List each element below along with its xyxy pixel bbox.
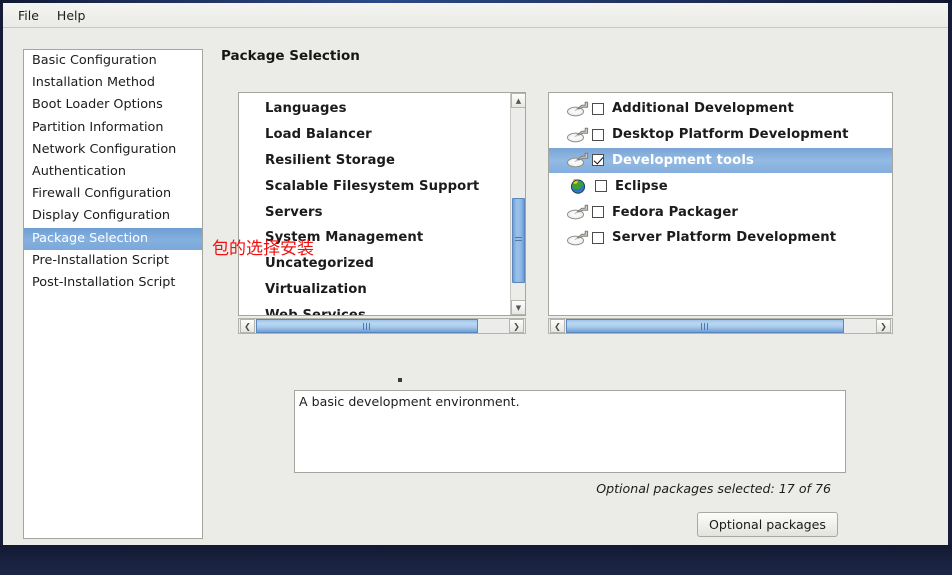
package-list-item-label: Desktop Platform Development [612, 127, 849, 143]
group-list-item[interactable]: Resilient Storage [239, 148, 525, 174]
group-list-item-label: System Management [265, 230, 424, 246]
scroll-left-arrow-icon[interactable]: ❮ [550, 319, 565, 333]
optional-packages-count: Optional packages selected: 17 of 76 [596, 481, 831, 496]
optional-packages-button[interactable]: Optional packages [697, 512, 838, 537]
sidebar-item-label: Post-Installation Script [32, 274, 176, 290]
sidebar-item-post-installation-script[interactable]: Post-Installation Script [24, 272, 202, 294]
sidebar-item-label: Basic Configuration [32, 53, 157, 68]
group-list-item[interactable]: Uncategorized [239, 251, 525, 277]
package-list-panel: Additional Development Desktop Platform D… [548, 92, 893, 316]
group-list-item[interactable]: System Management [239, 225, 525, 251]
sidebar-item-label: Partition Information [32, 119, 164, 135]
scroll-down-arrow-icon[interactable]: ▼ [511, 300, 525, 315]
group-list-item-label: Scalable Filesystem Support [265, 178, 480, 194]
group-list-item[interactable]: Scalable Filesystem Support [239, 173, 525, 199]
menu-file[interactable]: File [9, 5, 48, 26]
window-frame-right [948, 3, 952, 545]
scroll-left-arrow-icon[interactable]: ❮ [240, 319, 255, 333]
sidebar-item-firewall-configuration[interactable]: Firewall Configuration [24, 183, 202, 205]
sidebar-item-label: Display Configuration [32, 208, 171, 224]
group-list-vertical-scrollbar[interactable]: ▲ ▼ [510, 93, 525, 315]
sidebar-item-label: Pre-Installation Script [32, 252, 170, 268]
sidebar-item-label: Network Configuration [32, 141, 177, 157]
sidebar-item-label: Boot Loader Options [32, 97, 163, 113]
sidebar-nav-list[interactable]: Basic Configuration Installation Method Bo… [23, 49, 203, 539]
sidebar-item-basic-configuration[interactable]: Basic Configuration [24, 50, 202, 72]
sidebar-item-package-selection[interactable]: Package Selection [24, 227, 202, 250]
scroll-grip-icon [515, 237, 522, 244]
h-scroll-track[interactable] [256, 319, 508, 333]
sidebar-item-boot-loader-options[interactable]: Boot Loader Options [24, 94, 202, 116]
group-list-item-label: Servers [265, 204, 323, 220]
sidebar-item-label: Installation Method [32, 75, 155, 91]
group-list-item-label: Web Services [265, 307, 366, 316]
package-list-item-label: Eclipse [615, 178, 668, 194]
package-checkbox[interactable] [592, 206, 604, 219]
scroll-up-arrow-icon[interactable]: ▲ [511, 93, 525, 108]
package-icon [567, 127, 589, 143]
sidebar-item-label: Authentication [32, 163, 126, 179]
group-list-item-label: Resilient Storage [265, 152, 396, 168]
scroll-grip-icon [701, 322, 710, 330]
package-list-item-label: Fedora Packager [612, 204, 738, 220]
page-title: Package Selection [221, 48, 360, 64]
globe-icon [570, 178, 586, 194]
vertical-scroll-thumb[interactable] [512, 198, 525, 283]
group-list-item-label: Uncategorized [265, 256, 374, 272]
group-list-item[interactable]: Languages [239, 96, 525, 122]
sidebar-item-network-configuration[interactable]: Network Configuration [24, 139, 202, 161]
dot-artifact [398, 378, 402, 382]
content-area: Basic Configuration Installation Method Bo… [3, 28, 948, 545]
package-list-item[interactable]: Desktop Platform Development [549, 122, 892, 148]
package-list-item[interactable]: Server Platform Development [549, 225, 892, 251]
sidebar-item-installation-method[interactable]: Installation Method [24, 72, 202, 94]
group-list-item-label: Virtualization [265, 281, 367, 297]
h-scroll-track[interactable] [566, 319, 875, 333]
package-list-item-label: Server Platform Development [612, 230, 837, 246]
group-list-horizontal-scrollbar[interactable]: ❮ ❯ [238, 318, 526, 334]
horizontal-scroll-thumb[interactable] [256, 319, 478, 333]
scroll-grip-icon [362, 322, 371, 330]
package-checkbox[interactable] [592, 231, 604, 244]
package-list-item[interactable]: Additional Development [549, 96, 892, 122]
package-checkbox[interactable] [592, 102, 604, 115]
menu-help[interactable]: Help [48, 5, 95, 26]
package-list-item-label: Development tools [612, 152, 754, 168]
application-window: File Help Basic Configuration Installatio… [0, 0, 952, 575]
package-list-item[interactable]: Fedora Packager [549, 199, 892, 225]
group-list-item-label: Languages [265, 101, 347, 117]
group-list-item[interactable]: Web Services [239, 302, 525, 316]
package-list-item[interactable]: Eclipse [549, 173, 892, 199]
package-list[interactable]: Additional Development Desktop Platform D… [548, 92, 893, 316]
package-list-item-label: Additional Development [612, 101, 794, 117]
horizontal-scroll-thumb[interactable] [566, 319, 845, 333]
scroll-right-arrow-icon[interactable]: ❯ [509, 319, 524, 333]
sidebar-item-display-configuration[interactable]: Display Configuration [24, 205, 202, 227]
package-icon [567, 101, 589, 117]
window-frame-bottom [0, 545, 952, 575]
package-checkbox[interactable] [592, 128, 604, 141]
scroll-right-arrow-icon[interactable]: ❯ [876, 319, 891, 333]
package-list-item[interactable]: Development tools [549, 147, 892, 174]
menu-bar: File Help [3, 3, 948, 28]
package-checkbox[interactable] [592, 154, 604, 167]
package-icon [567, 204, 589, 220]
package-list-horizontal-scrollbar[interactable]: ❮ ❯ [548, 318, 893, 334]
sidebar-item-pre-installation-script[interactable]: Pre-Installation Script [24, 250, 202, 272]
package-icon [567, 230, 589, 246]
group-list-item[interactable]: Virtualization [239, 277, 525, 303]
sidebar-item-authentication[interactable]: Authentication [24, 161, 202, 183]
group-list-item[interactable]: Servers [239, 199, 525, 225]
sidebar-item-label: Package Selection [32, 230, 149, 246]
group-list-item[interactable]: Load Balancer [239, 122, 525, 148]
group-list[interactable]: Languages Load Balancer Resilient Storage S… [238, 92, 526, 316]
group-list-panel: Languages Load Balancer Resilient Storage S… [238, 92, 526, 316]
package-description-box: A basic development environment. [294, 390, 846, 473]
sidebar-item-label: Firewall Configuration [32, 186, 172, 202]
package-icon [567, 152, 589, 168]
group-list-item-label: Load Balancer [265, 127, 372, 143]
package-checkbox[interactable] [595, 180, 607, 193]
sidebar-item-partition-information[interactable]: Partition Information [24, 117, 202, 139]
